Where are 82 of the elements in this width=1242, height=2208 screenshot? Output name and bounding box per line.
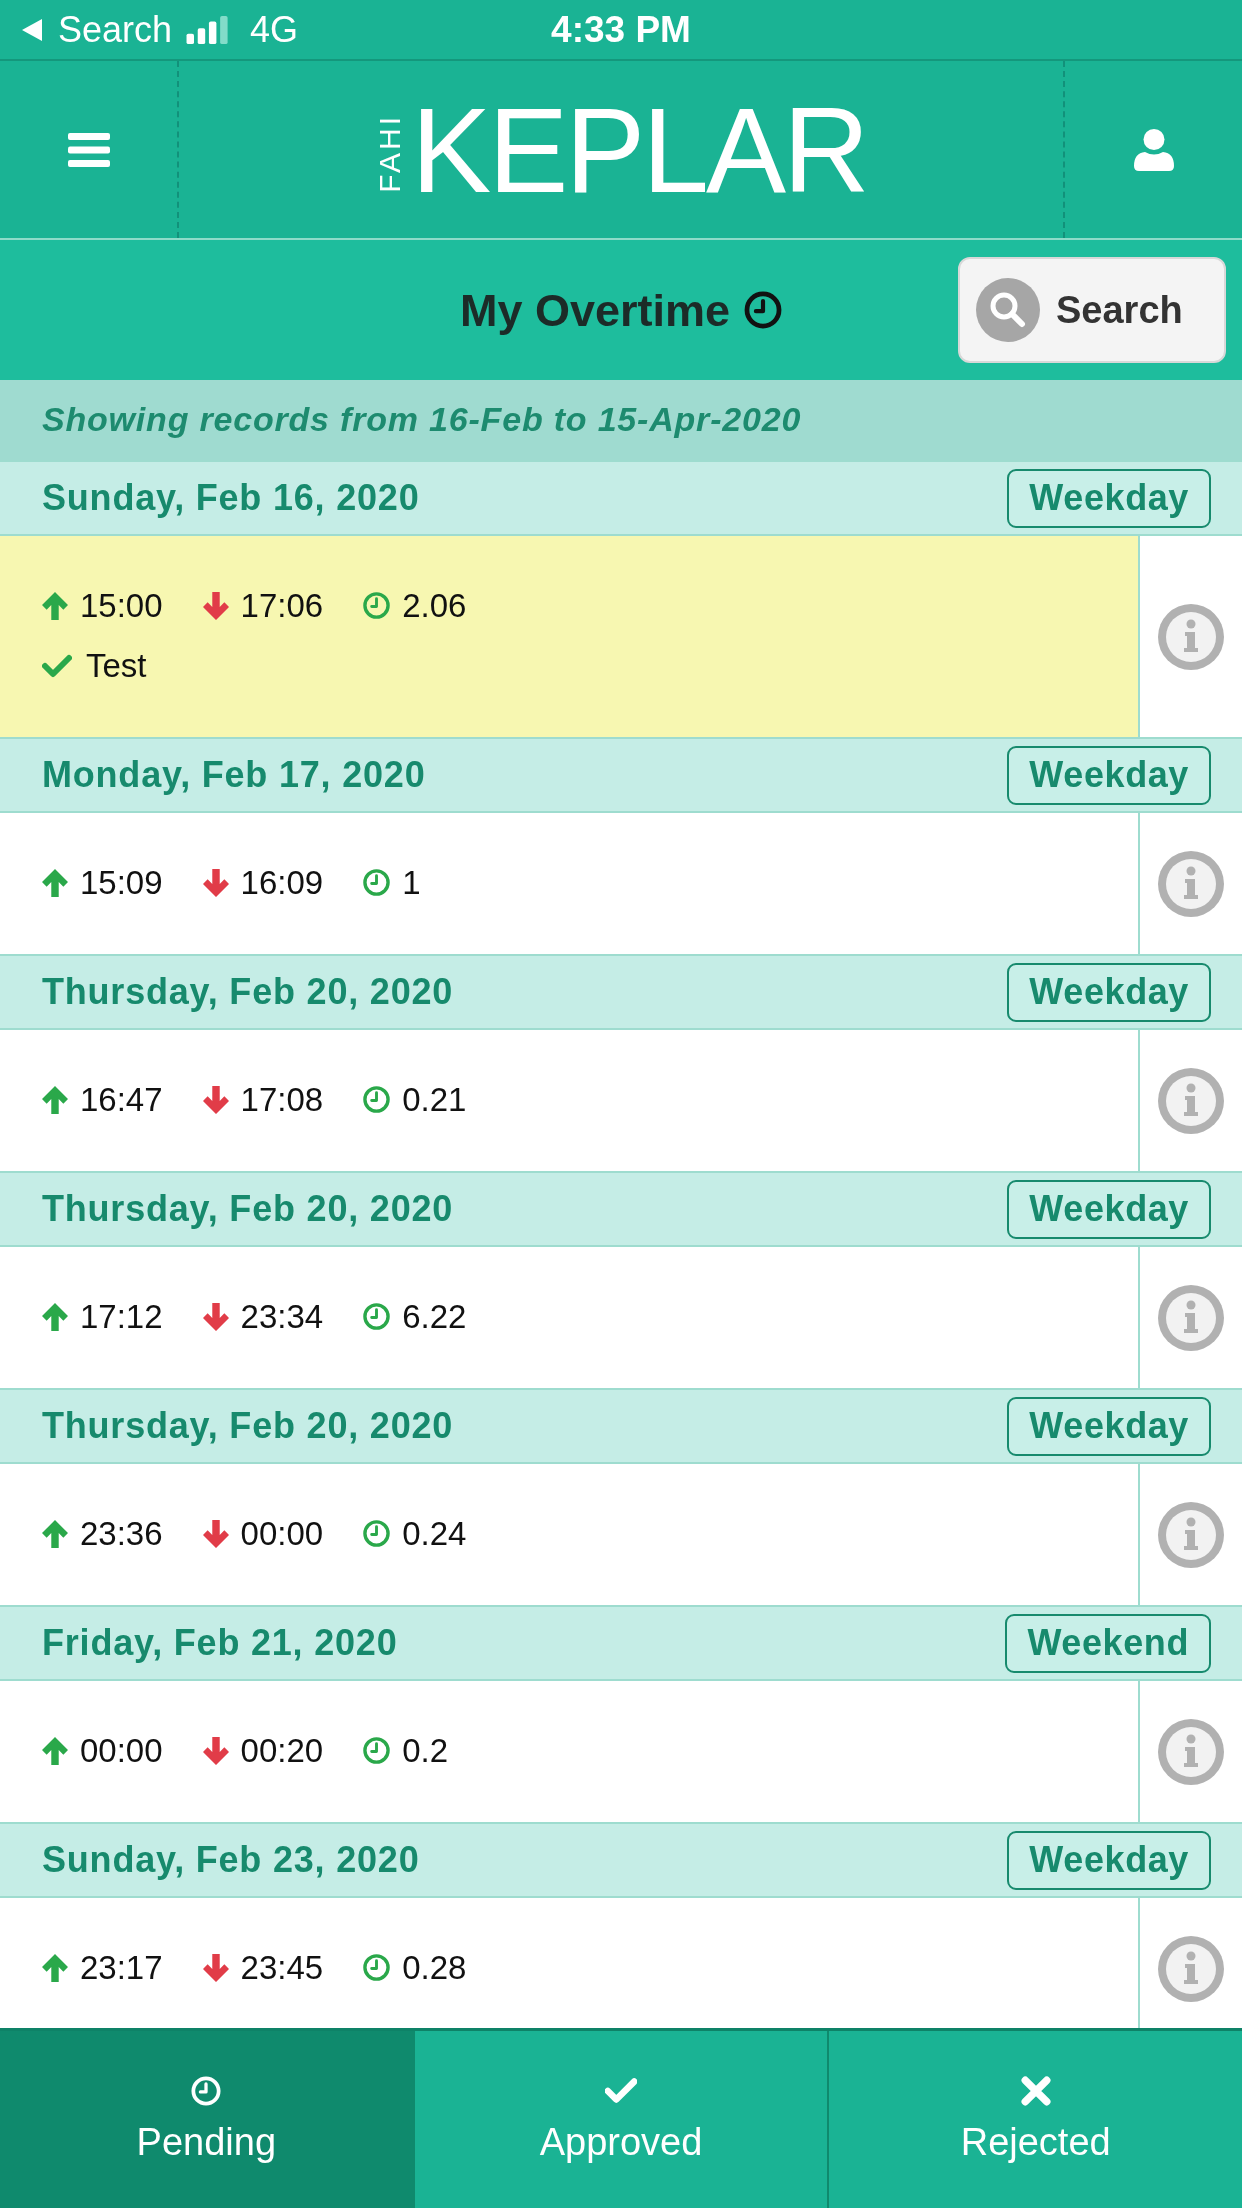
clock-icon [363,869,391,897]
arrow-up-icon [42,869,68,897]
end-time: 17:06 [240,587,324,625]
clock-icon [363,1520,391,1548]
clock-icon [363,1737,391,1765]
check-icon [42,654,72,678]
start-time: 00:00 [80,1732,163,1770]
hours-value: 6.22 [402,1298,467,1336]
hours-value: 0.28 [402,1949,467,1987]
start-time: 15:00 [80,587,163,625]
arrow-up-icon [42,592,68,620]
note-text: Test [86,647,147,685]
clock-icon [363,1303,391,1331]
start-time: 23:36 [80,1515,163,1553]
hours-value: 2.06 [402,587,467,625]
end-time: 00:20 [240,1732,324,1770]
date-range-text: Showing records from 16-Feb to 15-Apr-2020 [42,401,802,439]
date-label: Monday, Feb 17, 2020 [42,755,426,795]
end-time: 23:45 [240,1949,324,1987]
day-type-badge: Weekday [1007,962,1211,1022]
menu-icon[interactable] [67,132,110,167]
info-icon[interactable] [1158,1067,1224,1134]
info-icon[interactable] [1158,850,1224,917]
info-icon[interactable] [1158,1718,1224,1785]
arrow-down-icon [202,1737,229,1765]
day-type-badge: Weekday [1007,468,1211,528]
date-label: Sunday, Feb 23, 2020 [42,1840,420,1880]
end-time: 00:00 [240,1515,324,1553]
arrow-up-icon [42,1954,68,1982]
day-type-badge: Weekday [1007,1179,1211,1239]
person-icon[interactable] [1133,128,1174,171]
clock-icon [363,1954,391,1982]
date-label: Thursday, Feb 20, 2020 [42,1189,454,1229]
search-button[interactable]: Search [958,257,1226,363]
arrow-up-icon [42,1303,68,1331]
clock-icon [363,1086,391,1114]
signal-icon [186,15,231,44]
arrow-up-icon [42,1737,68,1765]
cross-icon [1019,2075,1052,2106]
page-title: My Overtime [459,287,731,333]
search-icon [976,278,1040,342]
logo-wordmark: KEPLAR [411,89,867,210]
clock-icon [744,291,783,329]
start-time: 15:09 [80,864,163,902]
arrow-down-icon [202,1954,229,1982]
record-row[interactable]: 15:00 17:06 2.06 Test [0,536,1242,737]
end-time: 17:08 [240,1081,324,1119]
hours-value: 0.21 [402,1081,467,1119]
date-label: Thursday, Feb 20, 2020 [42,972,454,1012]
date-label: Sunday, Feb 16, 2020 [42,478,420,518]
arrow-up-icon [42,1086,68,1114]
arrow-down-icon [202,1303,229,1331]
day-type-badge: Weekday [1007,1830,1211,1890]
start-time: 23:17 [80,1949,163,1987]
info-icon[interactable] [1158,1284,1224,1351]
logo-prefix-text: FAHI [375,114,406,193]
day-type-badge: Weekend [1005,1613,1211,1673]
check-icon [605,2075,637,2106]
arrow-down-icon [202,1086,229,1114]
arrow-down-icon [202,1520,229,1548]
day-type-badge: Weekday [1007,745,1211,805]
date-label: Thursday, Feb 20, 2020 [42,1406,454,1446]
back-arrow-icon[interactable] [22,18,42,41]
clock-icon [363,592,391,620]
status-time: 4:33 PM [551,11,691,48]
arrow-down-icon [202,592,229,620]
info-icon[interactable] [1158,1935,1224,2002]
network-label: 4G [250,11,299,48]
clock-icon [190,2075,223,2106]
info-icon[interactable] [1158,1501,1224,1568]
date-label: Friday, Feb 21, 2020 [42,1623,398,1663]
end-time: 23:34 [240,1298,324,1336]
start-time: 16:47 [80,1081,163,1119]
arrow-up-icon [42,1520,68,1548]
day-type-badge: Weekday [1007,1396,1211,1456]
hours-value: 0.2 [402,1732,449,1770]
start-time: 17:12 [80,1298,163,1336]
hours-value: 0.24 [402,1515,467,1553]
info-icon[interactable] [1158,603,1224,670]
hours-value: 1 [402,864,421,902]
arrow-down-icon [202,869,229,897]
end-time: 16:09 [240,864,324,902]
